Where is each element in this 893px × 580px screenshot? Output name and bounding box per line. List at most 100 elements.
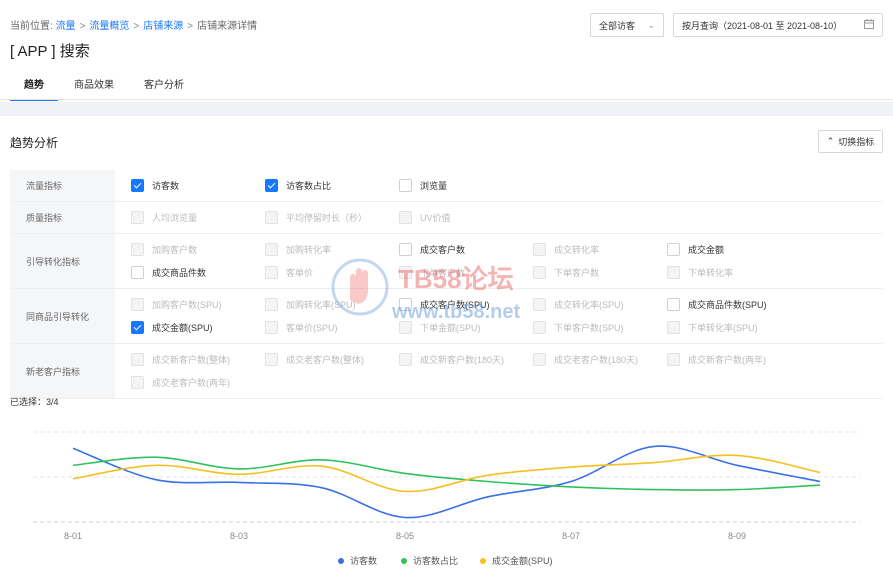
selected-count: 已选择：3/4 — [10, 397, 59, 407]
metric-options: 人均浏览量 平均停留时长（秒） UV价值 — [115, 202, 883, 233]
legend-marker[interactable] — [401, 558, 407, 564]
x-tick-label: 8-01 — [64, 531, 82, 541]
tab-trend[interactable]: 趋势 — [10, 76, 58, 101]
metric-label: 成交商品件数 — [152, 268, 207, 278]
legend-label[interactable]: 成交金额(SPU) — [492, 555, 553, 566]
metric-label: 成交新客户数(整体) — [152, 355, 230, 365]
metric-checkbox[interactable]: 访客数 — [131, 174, 265, 197]
metric-checkbox: 加购转化率 — [265, 238, 399, 261]
breadcrumb-separator: > — [133, 21, 140, 32]
metric-checkbox: 下单转化率(SPU) — [667, 316, 801, 339]
metric-checkbox: UV价值 — [399, 206, 533, 229]
metric-label: 成交新客户数(两年) — [688, 355, 766, 365]
metric-label: 成交老客户数(两年) — [152, 378, 230, 388]
legend-label[interactable]: 访客数占比 — [413, 555, 458, 566]
metric-checkbox[interactable]: 成交商品件数 — [131, 261, 265, 284]
metric-checkbox: 成交新客户数(两年) — [667, 348, 801, 371]
metric-checkbox: 客单价 — [265, 261, 399, 284]
checkbox-checked-icon[interactable] — [131, 179, 144, 192]
metric-options: 加购客户数(SPU) 加购转化率(SPU) 成交客户数(SPU) 成交转化率(SPU)… — [115, 289, 883, 343]
visitor-select-value: 全部访客 — [599, 20, 636, 31]
breadcrumb-item-traffic[interactable]: 流量 — [56, 21, 76, 32]
metric-group-label: 流量指标 — [10, 170, 115, 201]
checkbox-icon[interactable] — [131, 266, 144, 279]
legend-label[interactable]: 访客数 — [350, 555, 377, 566]
tab-bar: 趋势 商品效果 客户分析 — [10, 76, 200, 101]
metric-checkbox[interactable]: 访客数占比 — [265, 174, 399, 197]
checkbox-icon — [131, 243, 144, 256]
page-title: [ APP ] 搜索 — [10, 43, 90, 60]
section-title: 趋势分析 — [10, 136, 59, 150]
switch-metrics-button[interactable]: ⌃ 切换指标 — [818, 130, 883, 153]
metric-label: 成交金额 — [688, 245, 725, 255]
metric-group-label: 新老客户指标 — [10, 344, 115, 398]
checkbox-icon[interactable] — [667, 243, 680, 256]
tab-customer-analysis[interactable]: 客户分析 — [130, 76, 198, 99]
metric-group-row: 质量指标 人均浏览量 平均停留时长（秒） UV价值 — [10, 202, 883, 234]
checkbox-icon — [131, 353, 144, 366]
x-tick-label: 8-07 — [562, 531, 580, 541]
metric-checkbox: 下单客户数(SPU) — [533, 316, 667, 339]
checkbox-icon[interactable] — [399, 179, 412, 192]
metric-label: 下单客户数(SPU) — [554, 323, 624, 333]
metric-checkbox[interactable]: 成交客户数(SPU) — [399, 293, 533, 316]
checkbox-icon — [533, 321, 546, 334]
metric-options: 访客数 访客数占比 浏览量 — [115, 170, 883, 201]
metric-checkbox: 成交转化率(SPU) — [533, 293, 667, 316]
visitor-select[interactable]: 全部访客 ⌄ — [590, 13, 664, 37]
breadcrumb-separator: > — [187, 21, 194, 32]
metric-group-row: 流量指标 访客数 访客数占比 浏览量 — [10, 170, 883, 202]
metric-checkbox[interactable]: 成交金额 — [667, 238, 801, 261]
metric-label: 成交老客户数(整体) — [286, 355, 364, 365]
checkbox-icon — [533, 266, 546, 279]
date-range-picker[interactable]: 按月查询（2021-08-01 至 2021-08-10） — [673, 13, 883, 37]
chevron-down-icon: ⌄ — [647, 19, 655, 30]
checkbox-icon — [131, 376, 144, 389]
metric-label: 客单价(SPU) — [286, 323, 338, 333]
checkbox-icon — [667, 353, 680, 366]
metric-options: 成交新客户数(整体) 成交老客户数(整体) 成交新客户数(180天) 成交老客户数(1… — [115, 344, 883, 398]
checkbox-icon[interactable] — [399, 243, 412, 256]
metric-label: 浏览量 — [420, 181, 448, 191]
calendar-icon — [864, 19, 874, 31]
checkbox-checked-icon[interactable] — [131, 321, 144, 334]
checkbox-icon[interactable] — [399, 298, 412, 311]
metric-checkbox[interactable]: 浏览量 — [399, 174, 533, 197]
metric-label: 加购转化率 — [286, 245, 332, 255]
breadcrumb-item-overview[interactable]: 流量概览 — [89, 21, 129, 32]
metric-label: 加购转化率(SPU) — [286, 300, 356, 310]
metric-checkbox: 成交老客户数(两年) — [131, 371, 265, 394]
metric-checkbox: 加购转化率(SPU) — [265, 293, 399, 316]
legend-marker[interactable] — [338, 558, 344, 564]
checkbox-icon[interactable] — [667, 298, 680, 311]
checkbox-icon — [667, 321, 680, 334]
metric-checkbox[interactable]: 成交客户数 — [399, 238, 533, 261]
checkbox-icon — [265, 298, 278, 311]
checkbox-icon — [265, 321, 278, 334]
metric-label: 下单客户数 — [420, 268, 466, 278]
metric-label: UV价值 — [420, 213, 451, 223]
legend-marker[interactable] — [480, 558, 486, 564]
metric-group-label: 引导转化指标 — [10, 234, 115, 288]
checkbox-checked-icon[interactable] — [265, 179, 278, 192]
metric-checkbox[interactable]: 成交商品件数(SPU) — [667, 293, 801, 316]
breadcrumb-separator: > — [79, 21, 86, 32]
checkbox-icon — [667, 266, 680, 279]
metric-group-row: 新老客户指标 成交新客户数(整体) 成交老客户数(整体) 成交新客户数(180天) 成交… — [10, 344, 883, 399]
metric-label: 下单客户数 — [554, 268, 600, 278]
metric-checkbox[interactable]: 成交金额(SPU) — [131, 316, 265, 339]
checkbox-icon — [533, 298, 546, 311]
metric-group-row: 引导转化指标 加购客户数 加购转化率 成交客户数 成交转化率 成交金额 成交商品件数 客单价 下… — [10, 234, 883, 289]
date-range-value: 按月查询（2021-08-01 至 2021-08-10） — [682, 20, 843, 31]
tab-product-effect[interactable]: 商品效果 — [60, 76, 128, 99]
checkbox-icon — [399, 321, 412, 334]
breadcrumb-item-shop-source[interactable]: 店铺来源 — [143, 21, 183, 32]
x-tick-label: 8-03 — [230, 531, 248, 541]
metric-label: 下单转化率 — [688, 268, 734, 278]
breadcrumb: 当前位置: 流量 > 流量概览 > 店铺来源 > 店铺来源详情 — [10, 17, 257, 32]
checkbox-icon — [131, 298, 144, 311]
metric-label: 加购客户数 — [152, 245, 198, 255]
metric-options: 加购客户数 加购转化率 成交客户数 成交转化率 成交金额 成交商品件数 客单价 下单客户数 下单… — [115, 234, 883, 288]
checkbox-icon — [265, 266, 278, 279]
metric-label: 成交商品件数(SPU) — [688, 300, 767, 310]
